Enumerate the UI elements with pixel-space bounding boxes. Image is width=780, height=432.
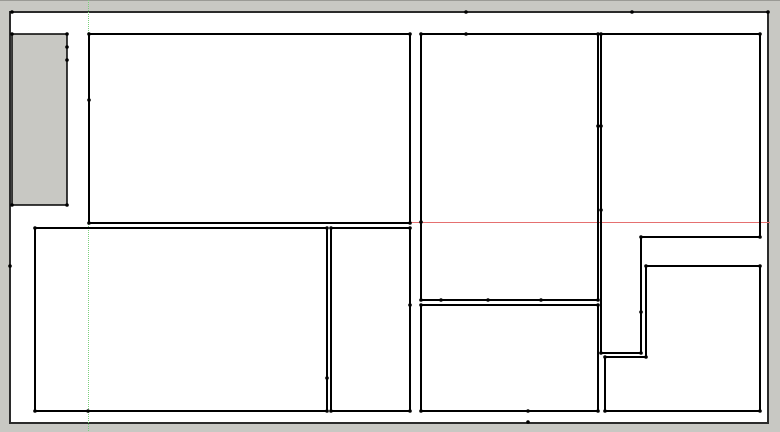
vertex-marker[interactable]: [644, 355, 648, 359]
vertex-marker[interactable]: [419, 220, 423, 224]
vertex-marker[interactable]: [10, 32, 14, 36]
vertex-marker[interactable]: [526, 420, 530, 424]
vertex-marker[interactable]: [419, 32, 423, 36]
vertex-marker[interactable]: [87, 32, 91, 36]
vertex-marker[interactable]: [639, 235, 643, 239]
vertex-marker[interactable]: [639, 310, 643, 314]
vertex-marker[interactable]: [8, 264, 12, 268]
vertex-marker[interactable]: [758, 409, 762, 413]
vertex-marker[interactable]: [599, 208, 603, 212]
vertex-marker[interactable]: [766, 10, 770, 14]
vertex-marker[interactable]: [10, 10, 14, 14]
vertex-marker[interactable]: [33, 226, 37, 230]
floor-plan-drawing[interactable]: [0, 0, 780, 432]
vertex-marker[interactable]: [408, 303, 412, 307]
vertex-marker[interactable]: [419, 298, 423, 302]
vertex-marker[interactable]: [464, 10, 468, 14]
vertex-marker[interactable]: [758, 32, 762, 36]
room-shaded-left[interactable]: [11, 33, 68, 206]
vertex-marker[interactable]: [87, 98, 91, 102]
vertex-marker[interactable]: [644, 264, 648, 268]
vertex-marker[interactable]: [33, 409, 37, 413]
drawing-canvas[interactable]: [0, 0, 780, 432]
vertex-marker[interactable]: [408, 221, 412, 225]
vertex-marker[interactable]: [87, 221, 91, 225]
vertex-marker[interactable]: [325, 376, 329, 380]
vertex-marker[interactable]: [596, 298, 600, 302]
vertex-marker[interactable]: [603, 355, 607, 359]
vertex-marker[interactable]: [329, 226, 333, 230]
vertex-marker[interactable]: [596, 409, 600, 413]
vertex-marker[interactable]: [325, 409, 329, 413]
vertex-marker[interactable]: [486, 298, 490, 302]
vertex-marker[interactable]: [539, 298, 543, 302]
vertex-marker[interactable]: [526, 409, 530, 413]
vertex-marker[interactable]: [603, 409, 607, 413]
vertex-marker[interactable]: [408, 32, 412, 36]
vertex-marker[interactable]: [630, 10, 634, 14]
vertex-marker[interactable]: [464, 32, 468, 36]
vertex-marker[interactable]: [408, 226, 412, 230]
vertex-marker[interactable]: [10, 203, 14, 207]
vertex-marker[interactable]: [65, 32, 69, 36]
vertex-marker[interactable]: [65, 45, 69, 49]
vertex-marker[interactable]: [758, 264, 762, 268]
vertex-marker[interactable]: [408, 409, 412, 413]
vertex-marker[interactable]: [325, 226, 329, 230]
vertex-marker[interactable]: [419, 409, 423, 413]
vertex-marker[interactable]: [65, 58, 69, 62]
vertex-marker[interactable]: [599, 124, 603, 128]
vertex-marker[interactable]: [419, 303, 423, 307]
vertex-marker[interactable]: [86, 409, 90, 413]
vertex-marker[interactable]: [639, 351, 643, 355]
vertex-marker[interactable]: [439, 298, 443, 302]
vertex-marker[interactable]: [596, 303, 600, 307]
vertex-marker[interactable]: [599, 351, 603, 355]
vertex-marker[interactable]: [758, 235, 762, 239]
drawing-sheet: [9, 11, 769, 424]
vertex-marker[interactable]: [65, 203, 69, 207]
vertex-marker[interactable]: [329, 409, 333, 413]
vertex-marker[interactable]: [599, 32, 603, 36]
